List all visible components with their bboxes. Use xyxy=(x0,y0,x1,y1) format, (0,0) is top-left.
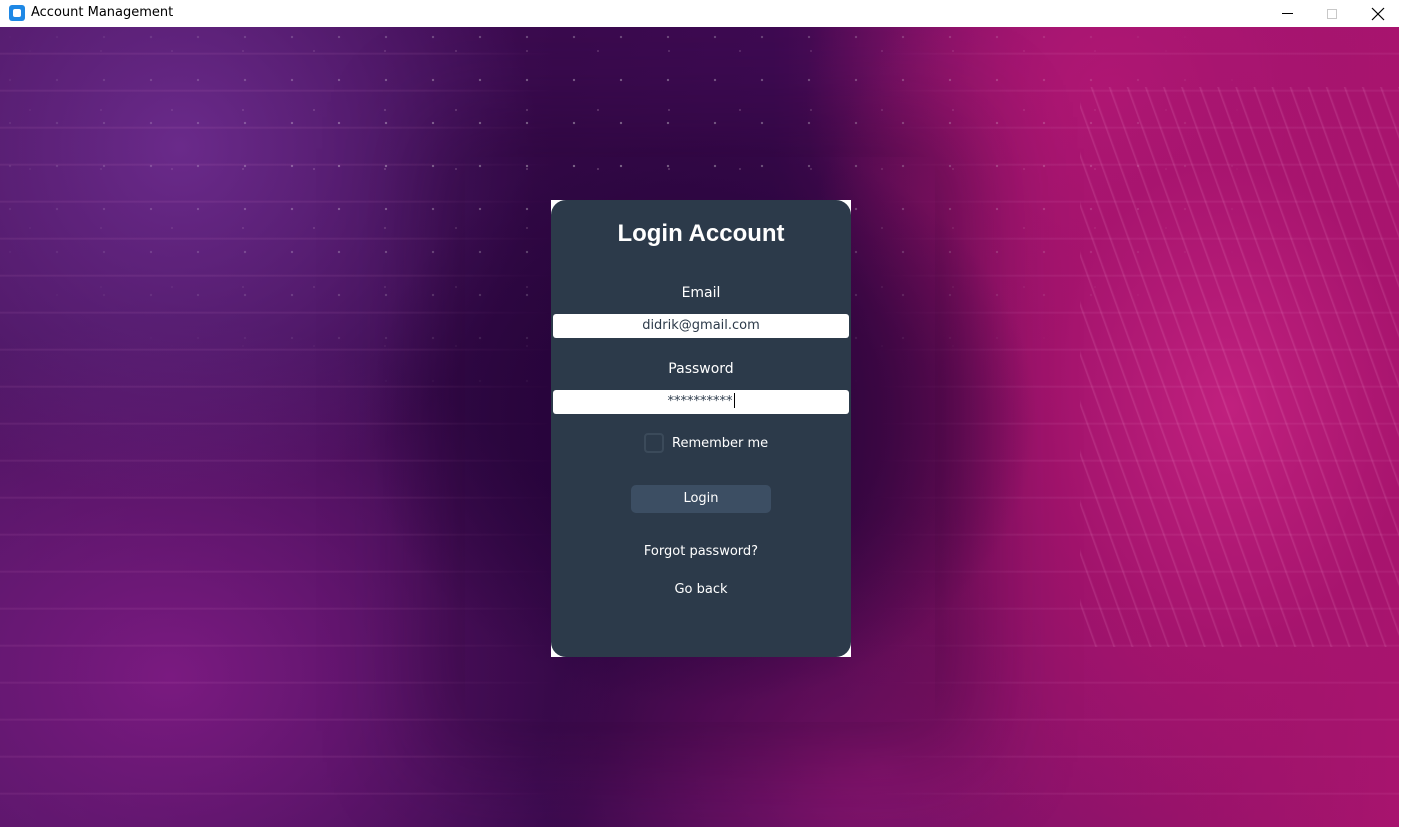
login-button[interactable]: Login xyxy=(631,485,771,513)
login-card-container: Login Account Email didrik@gmail.com Pas… xyxy=(551,200,851,657)
email-field[interactable]: didrik@gmail.com xyxy=(553,314,849,338)
password-label: Password xyxy=(668,361,734,377)
maximize-button[interactable] xyxy=(1309,0,1355,27)
text-cursor xyxy=(733,393,735,408)
go-back-link[interactable]: Go back xyxy=(551,582,851,597)
login-card: Login Account Email didrik@gmail.com Pas… xyxy=(551,200,851,657)
app-icon xyxy=(9,5,25,21)
minimize-icon xyxy=(1281,13,1293,14)
password-value: ********** xyxy=(667,394,733,409)
window-title: Account Management xyxy=(31,5,174,20)
forgot-password-link[interactable]: Forgot password? xyxy=(551,544,851,559)
remember-me-row[interactable]: Remember me xyxy=(644,431,768,455)
close-button[interactable] xyxy=(1355,0,1401,27)
remember-me-checkbox[interactable] xyxy=(644,433,664,453)
email-label: Email xyxy=(681,285,721,301)
email-value: didrik@gmail.com xyxy=(642,318,760,333)
password-field[interactable]: ********** xyxy=(553,390,849,414)
window-right-edge xyxy=(1399,27,1404,829)
app-window: Account Management Login Account Email d… xyxy=(0,0,1404,829)
close-icon xyxy=(1371,7,1385,20)
login-heading: Login Account xyxy=(617,220,785,247)
maximize-icon xyxy=(1327,8,1337,19)
title-bar[interactable]: Account Management xyxy=(0,0,1404,27)
minimize-button[interactable] xyxy=(1264,0,1310,27)
remember-me-label[interactable]: Remember me xyxy=(672,436,768,451)
